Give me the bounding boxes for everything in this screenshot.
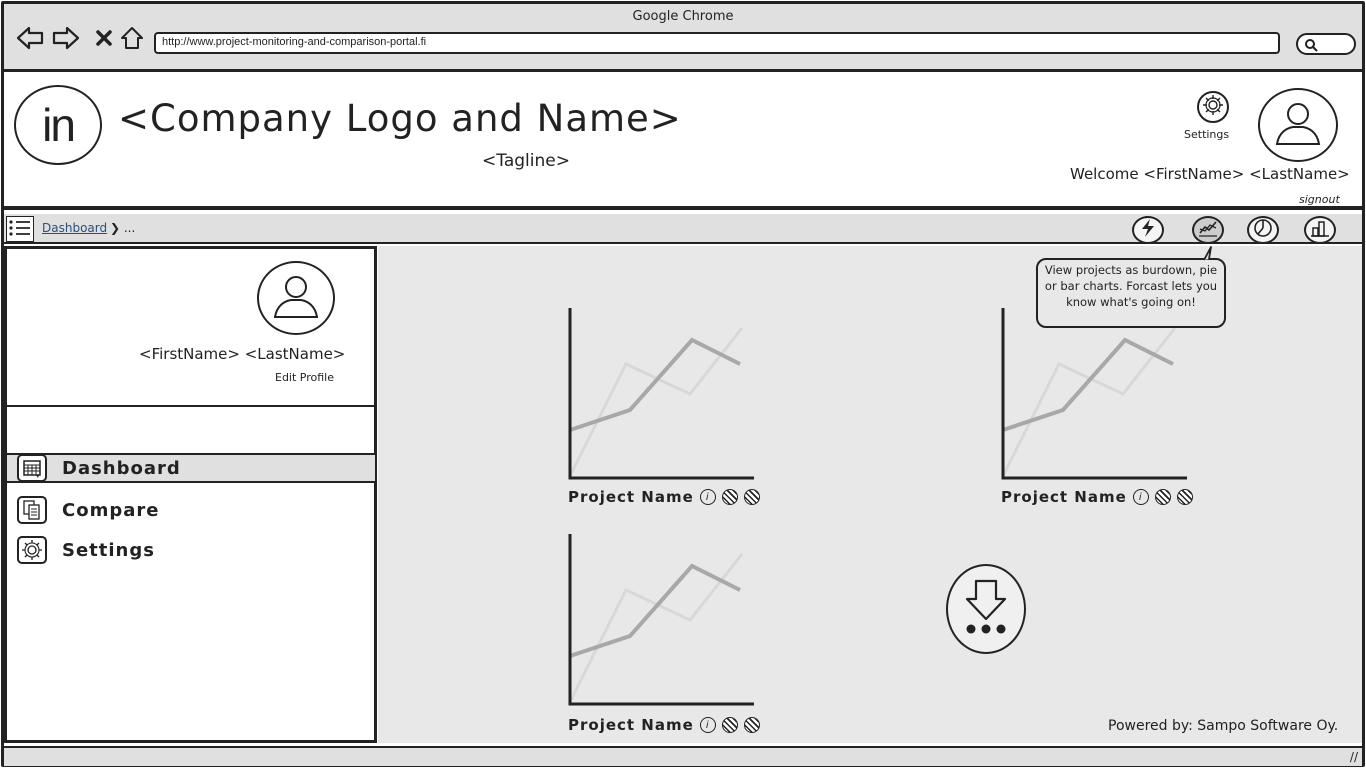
sidebar-divider xyxy=(7,405,375,407)
pie-chart-icon xyxy=(1253,218,1273,242)
project-chart[interactable] xyxy=(564,306,764,506)
powered-by: Powered by: Sampo Software Oy. xyxy=(1108,718,1339,734)
resize-grip-icon[interactable]: // xyxy=(1350,750,1358,764)
sidebar-item-label: Settings xyxy=(62,539,155,561)
browser-title: Google Chrome xyxy=(632,9,734,24)
project-label: Project Name i xyxy=(568,488,760,506)
project-name: Project Name xyxy=(568,716,694,734)
dashboard-content: Project Name i Project Name i Project Na… xyxy=(378,246,1362,743)
edit-icon[interactable] xyxy=(721,489,738,505)
tooltip-pointer xyxy=(1203,246,1217,262)
load-more-button[interactable] xyxy=(946,564,1026,654)
sidebar-item-label: Compare xyxy=(62,499,160,521)
user-avatar[interactable] xyxy=(1258,88,1338,162)
tagline: <Tagline> xyxy=(482,151,570,171)
burndown-chart-button[interactable] xyxy=(1192,216,1224,244)
sidebar-user-name: <FirstName> <LastName> xyxy=(139,345,346,363)
signout-link[interactable]: signout xyxy=(1299,193,1340,206)
delete-icon[interactable] xyxy=(743,489,760,505)
welcome-text: Welcome <FirstName> <LastName> xyxy=(1070,165,1350,183)
info-icon[interactable]: i xyxy=(699,717,716,733)
home-icon[interactable] xyxy=(118,24,146,52)
browser-search[interactable] xyxy=(1296,33,1356,55)
delete-icon[interactable] xyxy=(743,717,760,733)
line-chart-icon xyxy=(1198,219,1218,241)
calendar-icon xyxy=(17,454,47,482)
breadcrumb-bar: Dashboard ❯ ... xyxy=(4,214,1362,244)
browser-status-bar: // xyxy=(4,746,1362,766)
company-logo[interactable]: in xyxy=(14,85,102,165)
project-chart[interactable] xyxy=(564,532,764,732)
download-arrow-icon xyxy=(961,577,1011,641)
edit-icon[interactable] xyxy=(1154,489,1171,505)
project-name: Project Name xyxy=(568,488,694,506)
project-chart[interactable] xyxy=(997,306,1197,506)
bar-chart-icon xyxy=(1310,218,1330,242)
project-label: Project Name i xyxy=(1001,488,1193,506)
settings-button[interactable] xyxy=(1197,91,1229,123)
sidebar-item-compare[interactable]: Compare xyxy=(7,495,375,525)
breadcrumb-dashboard[interactable]: Dashboard xyxy=(42,221,107,235)
sidebar-avatar[interactable] xyxy=(257,261,335,335)
close-icon[interactable] xyxy=(90,24,118,52)
edit-icon[interactable] xyxy=(721,717,738,733)
lightning-icon xyxy=(1140,218,1156,242)
project-label: Project Name i xyxy=(568,716,760,734)
info-icon[interactable]: i xyxy=(1132,489,1149,505)
list-icon xyxy=(7,220,33,245)
forecast-button[interactable] xyxy=(1132,216,1164,244)
linkedin-icon: in xyxy=(42,99,76,151)
info-icon[interactable]: i xyxy=(699,489,716,505)
user-icon xyxy=(271,273,321,323)
back-icon[interactable] xyxy=(16,24,44,52)
chart-view-tooltip: View projects as burdown, pie or bar cha… xyxy=(1036,258,1226,328)
company-name: <Company Logo and Name> xyxy=(118,97,682,140)
sidebar: <FirstName> <LastName> Edit Profile Dash… xyxy=(4,246,377,743)
forward-icon[interactable] xyxy=(52,24,80,52)
settings-label: Settings xyxy=(1184,128,1230,141)
browser-chrome: Google Chrome http://www.project-monitor… xyxy=(4,4,1362,72)
user-icon xyxy=(1273,100,1323,150)
url-bar[interactable]: http://www.project-monitoring-and-compar… xyxy=(154,32,1280,54)
gear-icon xyxy=(1202,94,1224,120)
edit-profile-link[interactable]: Edit Profile xyxy=(275,371,334,384)
sidebar-item-label: Dashboard xyxy=(62,457,181,479)
sidebar-item-settings[interactable]: Settings xyxy=(7,535,375,565)
breadcrumb-separator: ❯ ... xyxy=(110,221,136,235)
sidebar-item-dashboard[interactable]: Dashboard xyxy=(7,453,375,483)
browser-window: Google Chrome http://www.project-monitor… xyxy=(1,1,1365,767)
menu-toggle[interactable] xyxy=(6,216,34,242)
bar-chart-button[interactable] xyxy=(1304,216,1336,244)
pie-chart-button[interactable] xyxy=(1247,216,1279,244)
search-icon xyxy=(1304,37,1318,56)
project-name: Project Name xyxy=(1001,488,1127,506)
delete-icon[interactable] xyxy=(1176,489,1193,505)
site-header: in <Company Logo and Name> <Tagline> Set… xyxy=(4,75,1362,210)
compare-icon xyxy=(17,496,47,524)
gear-icon xyxy=(17,536,47,564)
